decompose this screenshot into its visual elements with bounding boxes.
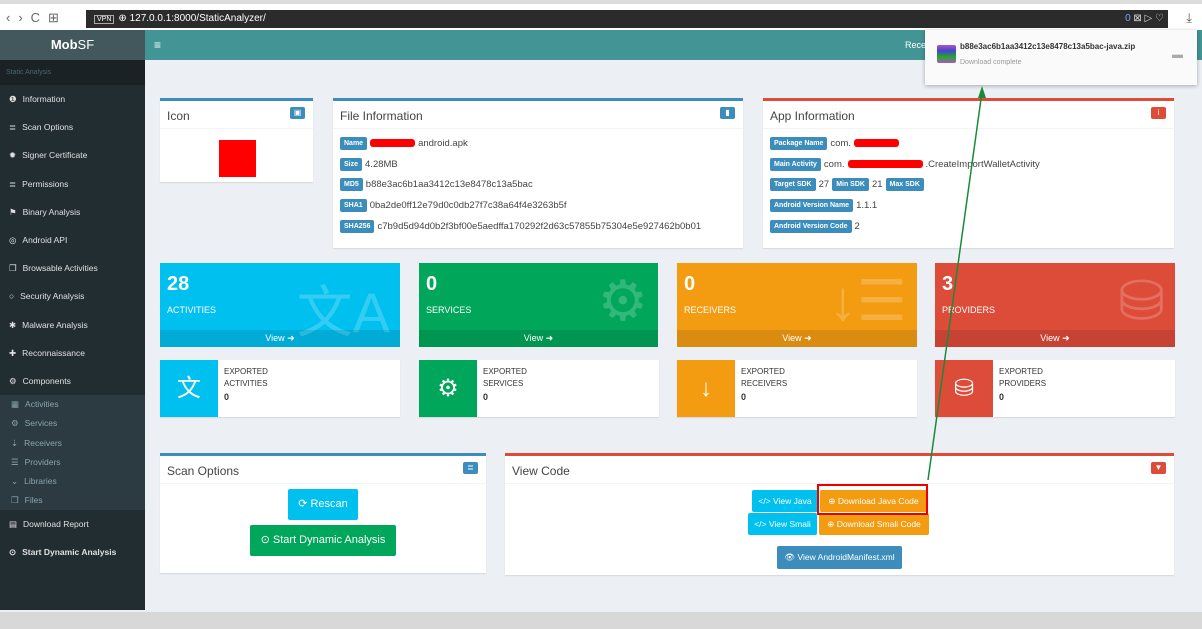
arrow-annotation: [927, 86, 986, 481]
